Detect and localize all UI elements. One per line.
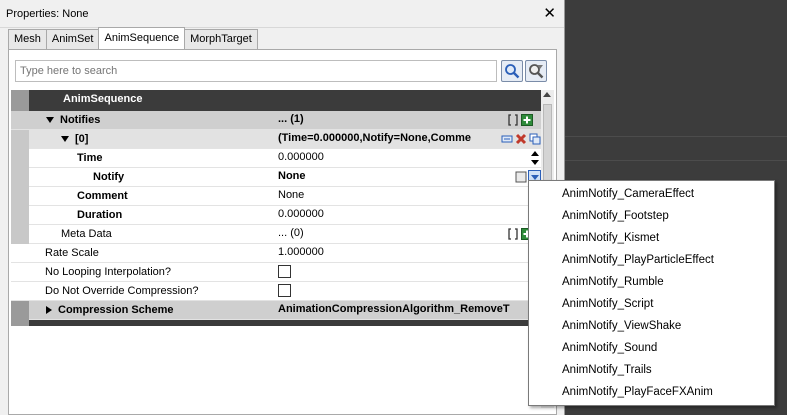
- dropdown-item[interactable]: AnimNotify_Trails: [529, 360, 774, 382]
- clear-search-button[interactable]: [525, 60, 547, 82]
- property-name: Time: [77, 152, 103, 164]
- property-value[interactable]: None: [278, 168, 532, 186]
- clear-filter-icon: [529, 64, 544, 79]
- property-name: Compression Scheme: [11, 301, 278, 319]
- property-row-comment[interactable]: Comment None: [11, 187, 542, 206]
- dropdown-item[interactable]: AnimNotify_Rumble: [529, 272, 774, 294]
- property-name: Comment: [77, 190, 128, 202]
- scroll-up-icon[interactable]: [543, 92, 551, 97]
- property-value[interactable]: AnimationCompressionAlgorithm_RemoveT: [278, 301, 532, 319]
- no-looping-checkbox[interactable]: [278, 265, 291, 278]
- magnifier-icon: [505, 64, 520, 79]
- expand-icon[interactable]: [46, 117, 54, 124]
- empty-array-icon[interactable]: [506, 227, 519, 240]
- property-value: ... (0): [278, 227, 304, 239]
- search-button[interactable]: [501, 60, 523, 82]
- property-grid: AnimSequence Notifies ... (1) [0] (Time=…: [11, 90, 542, 326]
- property-row-item0[interactable]: [0] (Time=0.000000,Notify=None,Comme: [11, 130, 542, 149]
- dropdown-item[interactable]: AnimNotify_Footstep: [529, 206, 774, 228]
- dropdown-item[interactable]: AnimNotify_Sound: [529, 338, 774, 360]
- close-icon[interactable]: ✕: [541, 6, 558, 21]
- property-name: Do Not Override Compression?: [45, 285, 199, 297]
- dropdown-item[interactable]: AnimNotify_ViewShake: [529, 316, 774, 338]
- notify-class-dropdown: AnimNotify_CameraEffect AnimNotify_Foots…: [528, 180, 775, 406]
- property-row-meta-data[interactable]: Meta Data ... (0): [11, 225, 542, 244]
- property-row-compression[interactable]: Compression Scheme AnimationCompressionA…: [11, 301, 542, 320]
- search-input[interactable]: [15, 60, 497, 82]
- property-value[interactable]: 1.000000: [278, 244, 532, 262]
- grid-line: [565, 136, 787, 137]
- duplicate-icon[interactable]: [528, 132, 541, 145]
- tab-morphtarget[interactable]: MorphTarget: [184, 29, 258, 49]
- use-selected-icon[interactable]: [514, 170, 527, 183]
- dropdown-item[interactable]: AnimNotify_Script: [529, 294, 774, 316]
- delete-icon[interactable]: [514, 132, 527, 145]
- tab-mesh[interactable]: Mesh: [8, 29, 47, 49]
- property-value[interactable]: 0.000000: [278, 206, 532, 224]
- property-value: [278, 263, 532, 281]
- property-value: ... (1): [278, 113, 304, 125]
- property-row-no-override[interactable]: Do Not Override Compression?: [11, 282, 542, 301]
- dropdown-item[interactable]: AnimNotify_Kismet: [529, 228, 774, 250]
- property-value[interactable]: 0.000000: [278, 149, 532, 167]
- property-row-duration[interactable]: Duration 0.000000: [11, 206, 542, 225]
- property-value: (Time=0.000000,Notify=None,Comme: [278, 132, 471, 144]
- property-name: Notify: [93, 171, 125, 183]
- empty-array-icon[interactable]: [506, 113, 519, 126]
- property-row-time[interactable]: Time 0.000000: [11, 149, 542, 168]
- property-name: Duration: [77, 209, 123, 221]
- property-value[interactable]: None: [278, 187, 532, 205]
- properties-panel: AnimSequence Notifies ... (1) [0] (Time=…: [8, 49, 557, 415]
- property-row-no-looping[interactable]: No Looping Interpolation?: [11, 263, 542, 282]
- property-value: [278, 282, 532, 300]
- category-header[interactable]: AnimSequence: [11, 90, 542, 111]
- dropdown-item[interactable]: AnimNotify_CameraEffect: [529, 184, 774, 206]
- dropdown-item[interactable]: AnimNotify_PlayFaceFXAnim: [529, 382, 774, 404]
- property-name: Rate Scale: [45, 247, 99, 259]
- tab-animsequence[interactable]: AnimSequence: [98, 27, 186, 49]
- add-icon[interactable]: [520, 113, 533, 126]
- property-name: [0]: [11, 130, 278, 148]
- grid-line: [565, 160, 787, 161]
- property-name: No Looping Interpolation?: [45, 266, 171, 278]
- property-row-notify[interactable]: Notify None: [11, 168, 542, 187]
- properties-window: Properties: None ✕ Mesh AnimSet AnimSequ…: [0, 0, 565, 415]
- expand-icon[interactable]: [61, 136, 69, 143]
- tab-animset[interactable]: AnimSet: [45, 29, 100, 49]
- tab-bar: Mesh AnimSet AnimSequence MorphTarget: [8, 27, 258, 49]
- property-row-notifies[interactable]: Notifies ... (1): [11, 111, 542, 130]
- dropdown-item[interactable]: AnimNotify_PlayParticleEffect: [529, 250, 774, 272]
- property-row-rate-scale[interactable]: Rate Scale 1.000000: [11, 244, 542, 263]
- expand-icon[interactable]: [46, 306, 52, 315]
- spinner-icon[interactable]: [530, 150, 540, 166]
- category-footer: [11, 320, 542, 326]
- window-title: Properties: None: [6, 7, 89, 20]
- insert-icon[interactable]: [500, 132, 513, 145]
- no-override-checkbox[interactable]: [278, 284, 291, 297]
- title-bar: Properties: None ✕: [0, 0, 564, 28]
- property-name: Notifies: [11, 111, 278, 129]
- property-name: Meta Data: [61, 228, 112, 240]
